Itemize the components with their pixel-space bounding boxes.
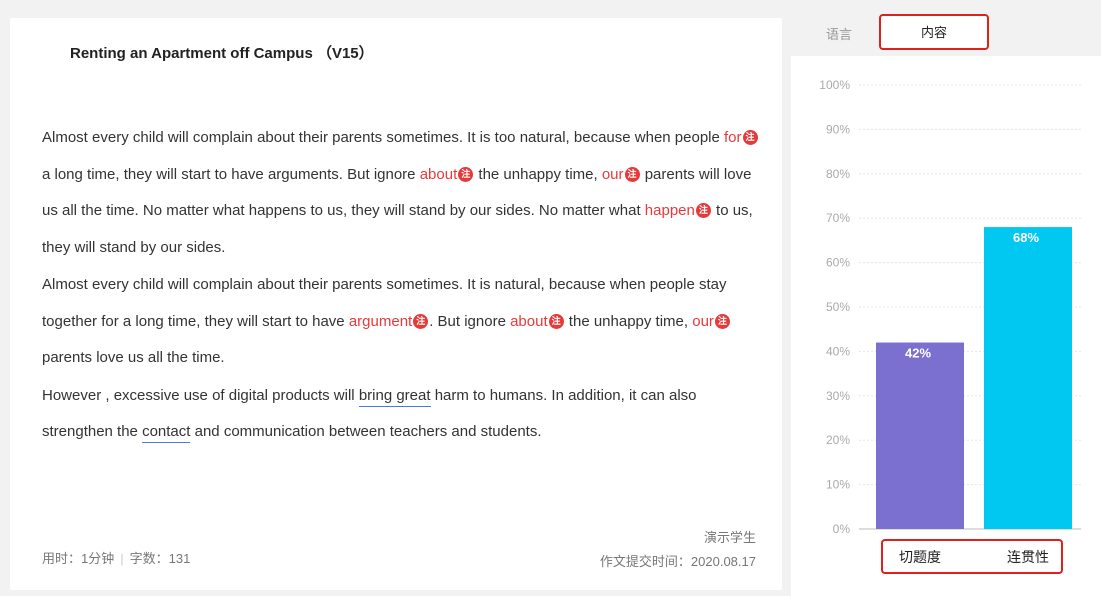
word-count: 字数：131 [129,551,191,566]
bar [984,227,1072,529]
error-note-icon[interactable]: 注 [413,313,429,329]
score-panel: 语言 内容 0% 10% 20% 30% 40% 50% 60% 70% 80% 90% 100% 4… [791,14,1101,596]
error-word[interactable]: our [602,166,624,183]
essay-stats: 用时：1分钟 | 字数：131 [42,548,190,567]
bar-value-label: 68% [1013,230,1039,245]
essay-text: the unhappy time, [474,165,602,183]
essay-paragraph: However , excessive use of digital produ… [42,378,762,451]
essay-body: Almost every child will complain about t… [42,120,762,452]
error-word[interactable]: about [510,313,548,330]
stats-divider: | [120,551,124,566]
essay-paragraph: Almost every child will complain about t… [42,120,762,266]
error-word[interactable]: for [724,129,742,146]
essay-text: However , excessive use of digital produ… [42,386,359,404]
error-note-icon[interactable]: 注 [458,166,474,182]
bar-value-label: 42% [905,346,931,361]
error-note-icon[interactable]: 注 [624,166,640,182]
error-word[interactable]: our [692,313,714,330]
suggested-phrase[interactable]: contact [142,423,191,443]
essay-text: parents love us all the time. [42,349,225,366]
essay-text: . But ignore [429,312,511,330]
author-name: 演示学生 [703,530,756,545]
y-tick-label: 20% [826,433,850,447]
y-tick-label: 50% [826,300,850,314]
y-tick-label: 70% [826,211,850,225]
y-tick-label: 0% [833,522,851,536]
y-tick-label: 100% [819,78,850,92]
essay-text: the unhappy time, [564,312,693,330]
essay-text: a long time, they will start to have arg… [42,165,420,183]
error-word[interactable]: happen [645,202,695,219]
error-note-icon[interactable]: 注 [714,313,730,329]
essay-card: Renting an Apartment off Campus （V15） Al… [10,18,782,590]
bar [876,342,964,529]
submit-time: 作文提交时间：2020.08.17 [599,554,756,569]
y-tick-label: 60% [826,256,850,270]
essay-title: Renting an Apartment off Campus （V15） [70,45,374,62]
category-highlight-box [881,539,1063,574]
y-tick-label: 80% [826,167,850,181]
error-word[interactable]: argument [349,313,412,330]
error-note-icon[interactable]: 注 [742,130,758,145]
essay-paragraph: Almost every child will complain about t… [42,267,762,377]
score-bar-chart: 0%10%20%30%40%50%60%70%80%90%100%42%切题度6… [819,78,1081,566]
y-tick-label: 10% [826,478,850,492]
y-tick-label: 90% [826,122,850,136]
essay-text: and communication between teachers and s… [190,423,542,440]
y-tick-label: 30% [826,389,850,403]
essay-text: Almost every child will complain about t… [42,129,725,146]
error-note-icon[interactable]: 注 [548,313,564,329]
y-tick-label: 40% [826,344,850,358]
time-used: 用时：1分钟 [42,551,115,566]
error-word[interactable]: about [420,166,458,183]
suggested-phrase[interactable]: bring great [358,386,431,407]
error-note-icon[interactable]: 注 [695,203,711,218]
